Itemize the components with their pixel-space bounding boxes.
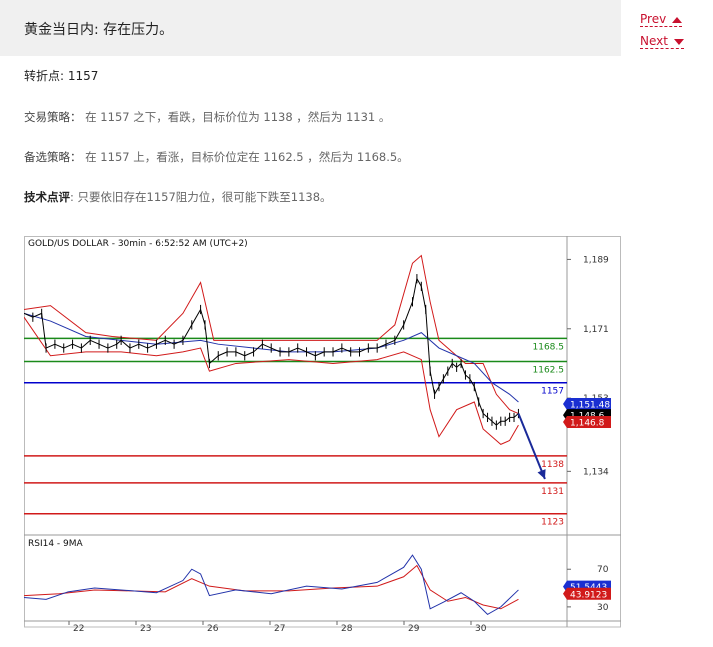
price-segment <box>482 413 488 418</box>
price-segment <box>63 343 73 349</box>
price-segment <box>411 278 418 302</box>
price-segment <box>460 363 466 376</box>
price-segment <box>41 313 47 349</box>
chart-frame <box>24 236 621 628</box>
pivot-value: 1157 <box>67 69 99 83</box>
price-segment <box>416 278 422 287</box>
x-tick-label: 23 <box>140 624 151 634</box>
price-segment <box>447 363 453 372</box>
price-segment <box>451 363 457 368</box>
y-tick-label: 1,134 <box>583 467 609 477</box>
price-segment <box>32 312 42 318</box>
rsi-line <box>24 554 519 616</box>
price-segment <box>244 351 254 357</box>
price-badge-label: 1,146.8 <box>570 419 605 429</box>
bollinger-lower <box>24 316 519 445</box>
trading-strategy: 交易策略： 在 1157 之下，看跌，目标价位为 1138 ，然后为 1131 … <box>24 109 390 125</box>
technical-comment: 技术点评: 只要依旧存在1157阻力位，很可能下跌至1138。 <box>24 189 332 205</box>
strategy-text: 在 1157 之下，看跌，目标价位为 1138 ，然后为 1131 。 <box>85 110 391 124</box>
x-tick-label: 22 <box>73 624 84 634</box>
price-segment <box>491 420 497 426</box>
triangle-up-icon <box>672 16 683 23</box>
level-label-1162.5: 1162.5 <box>533 366 565 376</box>
price-segment <box>90 339 100 345</box>
page-title: 黄金当日内: 存在压力。 <box>24 22 174 38</box>
price-chart: GOLD/US DOLLAR - 30min - 6:52:52 AM (UTC… <box>24 236 621 634</box>
level-label-1157: 1157 <box>541 387 564 397</box>
price-segment <box>315 351 325 357</box>
y-tick-label: 1,171 <box>583 325 609 335</box>
rsi-y-tick-label: 30 <box>597 603 609 613</box>
price-segment <box>442 370 449 380</box>
price-segment <box>72 343 82 349</box>
bollinger-upper <box>24 254 519 415</box>
strategy-label: 交易策略： <box>24 110 82 124</box>
rsi-badge-label: 43.9123 <box>570 590 607 600</box>
moving-average <box>24 312 519 403</box>
price-segment <box>218 351 228 357</box>
price-segment <box>98 343 109 349</box>
price-segment <box>288 347 298 353</box>
rsi-y-tick-label: 70 <box>597 565 609 575</box>
price-segment <box>81 339 91 349</box>
title-bar: 黄金当日内: 存在压力。 <box>0 0 621 56</box>
price-segment <box>504 417 510 422</box>
price-segment <box>54 343 64 349</box>
forecast-arrow-line <box>517 413 546 480</box>
level-label-1123: 1123 <box>541 518 564 528</box>
tech-label: 技术点评 <box>24 190 70 204</box>
pivot-point: 转折点: 1157 <box>24 67 98 84</box>
price-segment <box>138 343 148 349</box>
prev-link[interactable]: Prev <box>640 12 683 27</box>
price-segment <box>456 363 462 368</box>
next-label: Next <box>640 34 668 48</box>
prev-label: Prev <box>640 12 667 26</box>
price-segment <box>403 301 413 326</box>
price-segment <box>297 347 307 353</box>
price-segment <box>200 309 206 326</box>
alt-text: 在 1157 上，看涨，目标价位定在 1162.5 ，然后为 1168.5。 <box>85 150 409 164</box>
triangle-down-icon <box>673 38 684 45</box>
price-segment <box>116 339 122 345</box>
price-segment <box>107 343 117 349</box>
x-tick-label: 26 <box>207 624 219 634</box>
x-tick-label: 28 <box>341 624 353 634</box>
price-segment <box>204 324 210 364</box>
chart-title: GOLD/US DOLLAR - 30min - 6:52:52 AM (UTC… <box>28 239 248 249</box>
price-segment <box>45 343 56 349</box>
price-segment <box>209 355 219 364</box>
level-label-1168.5: 1168.5 <box>533 342 565 352</box>
alt-label: 备选策略： <box>24 150 82 164</box>
rsi-title: RSI14 - 9MA <box>28 539 84 549</box>
price-segment <box>306 351 316 357</box>
price-segment <box>434 386 440 395</box>
x-tick-label: 27 <box>274 624 285 634</box>
x-tick-label: 30 <box>475 624 487 634</box>
y-tick-label: 1,189 <box>583 255 609 265</box>
level-label-1131: 1131 <box>541 487 564 497</box>
price-segment <box>420 286 427 310</box>
price-segment <box>235 351 245 357</box>
price-segment <box>262 343 272 349</box>
tech-text: : 只要依旧存在1157阻力位，很可能下跌至1138。 <box>70 190 332 204</box>
price-segment <box>465 374 471 380</box>
x-tick-label: 29 <box>408 624 420 634</box>
price-segment <box>129 343 139 349</box>
level-label-1138: 1138 <box>541 460 564 470</box>
pivot-label: 转折点: <box>24 69 65 83</box>
price-segment <box>191 309 202 326</box>
price-segment <box>473 386 480 403</box>
price-segment <box>478 401 484 414</box>
alternative-strategy: 备选策略： 在 1157 上，看涨，目标价位定在 1162.5 ，然后为 116… <box>24 149 409 165</box>
next-link[interactable]: Next <box>640 34 684 49</box>
price-segment <box>147 343 157 349</box>
price-segment <box>487 417 493 422</box>
price-badge-label: 1,151.48 <box>570 400 610 410</box>
price-segment <box>496 420 502 426</box>
